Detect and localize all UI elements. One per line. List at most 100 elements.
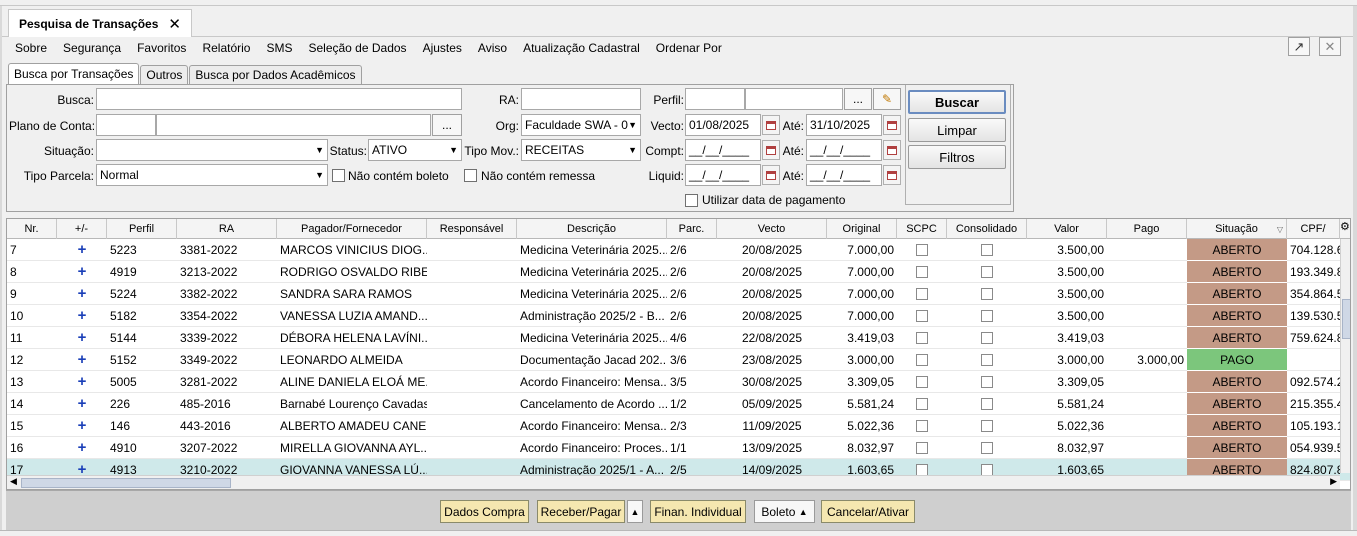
nao-contem-boleto-checkbox[interactable] xyxy=(332,169,345,182)
checkbox-box[interactable] xyxy=(916,442,928,454)
calendar-icon[interactable] xyxy=(883,115,901,135)
column-header-cpf[interactable]: CPF/ xyxy=(1287,219,1340,239)
scpc-checkbox[interactable] xyxy=(897,261,947,283)
calendar-icon[interactable] xyxy=(883,140,901,160)
tab-busca-dados-academicos[interactable]: Busca por Dados Acadêmicos xyxy=(189,65,362,84)
menu-sms[interactable]: SMS xyxy=(266,41,292,55)
perfil-lookup-button[interactable]: ... xyxy=(844,88,872,110)
checkbox-box[interactable] xyxy=(981,442,993,454)
column-header-parc[interactable]: Parc. xyxy=(667,219,717,239)
scpc-checkbox[interactable] xyxy=(897,437,947,459)
expand-plus-icon[interactable]: + xyxy=(57,349,107,371)
limpar-button[interactable]: Limpar xyxy=(908,118,1006,142)
checkbox-box[interactable] xyxy=(916,310,928,322)
perfil-code-input[interactable] xyxy=(685,88,745,110)
menu-selecao-dados[interactable]: Seleção de Dados xyxy=(308,41,406,55)
checkbox-box[interactable] xyxy=(916,266,928,278)
table-row[interactable]: 7 +5223 3381-2022 MARCOS VINICIUS DIOG... Me… xyxy=(7,239,1350,261)
tipo-parcela-select[interactable]: Normal ▼ xyxy=(96,164,328,186)
menu-aviso[interactable]: Aviso xyxy=(478,41,507,55)
scpc-checkbox[interactable] xyxy=(897,415,947,437)
menu-atualizacao-cadastral[interactable]: Atualização Cadastral xyxy=(523,41,640,55)
boleto-button[interactable]: Boleto ▲ xyxy=(754,500,815,523)
checkbox-box[interactable] xyxy=(981,244,993,256)
checkbox-box[interactable] xyxy=(981,420,993,432)
table-row[interactable]: 10 +5182 3354-2022 VANESSA LUZIA AMAND... Ad… xyxy=(7,305,1350,327)
menu-seguranca[interactable]: Segurança xyxy=(63,41,121,55)
status-select[interactable]: ATIVO ▼ xyxy=(368,139,462,161)
vecto-to-input[interactable]: 31/10/2025 xyxy=(806,114,882,136)
menu-ordenar-por[interactable]: Ordenar Por xyxy=(656,41,722,55)
dados-compra-button[interactable]: Dados Compra xyxy=(440,500,529,523)
detach-window-icon[interactable]: ↗ xyxy=(1288,37,1310,56)
liquid-to-input[interactable]: __/__/____ xyxy=(806,164,882,186)
scpc-checkbox[interactable] xyxy=(897,305,947,327)
table-row[interactable]: 11 +5144 3339-2022 DÉBORA HELENA LAVÍNI... M… xyxy=(7,327,1350,349)
column-header-original[interactable]: Original xyxy=(827,219,897,239)
checkbox-box[interactable] xyxy=(981,354,993,366)
expand-plus-icon[interactable]: + xyxy=(57,371,107,393)
column-header-nr[interactable]: Nr. xyxy=(7,219,57,239)
menu-relatorio[interactable]: Relatório xyxy=(202,41,250,55)
column-header-perfil[interactable]: Perfil xyxy=(107,219,177,239)
grid-settings-icon[interactable]: ⚙ xyxy=(1340,220,1350,233)
vertical-scroll-thumb[interactable] xyxy=(1342,299,1350,339)
menu-favoritos[interactable]: Favoritos xyxy=(137,41,186,55)
plano-conta-code-input[interactable] xyxy=(96,114,156,136)
tipo-mov-select[interactable]: RECEITAS ▼ xyxy=(521,139,641,161)
vertical-scrollbar[interactable] xyxy=(1340,239,1350,473)
busca-input[interactable] xyxy=(96,88,462,110)
checkbox-box[interactable] xyxy=(916,354,928,366)
close-tab-icon[interactable]: ✕ xyxy=(168,15,181,33)
checkbox-box[interactable] xyxy=(981,398,993,410)
expand-plus-icon[interactable]: + xyxy=(57,437,107,459)
consolidado-checkbox[interactable] xyxy=(947,283,1027,305)
column-header-vecto[interactable]: Vecto xyxy=(717,219,827,239)
checkbox-box[interactable] xyxy=(916,376,928,388)
nao-contem-remessa-checkbox[interactable] xyxy=(464,169,477,182)
expand-plus-icon[interactable]: + xyxy=(57,261,107,283)
consolidado-checkbox[interactable] xyxy=(947,415,1027,437)
table-row[interactable]: 13 +5005 3281-2022 ALINE DANIELA ELOÁ ME...… xyxy=(7,371,1350,393)
checkbox-box[interactable] xyxy=(981,288,993,300)
column-header-consolidado[interactable]: Consolidado xyxy=(947,219,1027,239)
receber-pagar-button[interactable]: Receber/Pagar xyxy=(537,500,625,523)
expand-plus-icon[interactable]: + xyxy=(57,415,107,437)
scroll-right-icon[interactable]: ▶ xyxy=(1330,476,1337,487)
scpc-checkbox[interactable] xyxy=(897,239,947,261)
horizontal-scroll-thumb[interactable] xyxy=(21,478,231,488)
table-row[interactable]: 12 +5152 3349-2022 LEONARDO ALMEIDA Document… xyxy=(7,349,1350,371)
consolidado-checkbox[interactable] xyxy=(947,239,1027,261)
checkbox-box[interactable] xyxy=(916,288,928,300)
column-header-plus-minus[interactable]: +/- xyxy=(57,219,107,239)
column-header-descricao[interactable]: Descrição xyxy=(517,219,667,239)
column-header-ra[interactable]: RA xyxy=(177,219,277,239)
checkbox-box[interactable] xyxy=(916,332,928,344)
consolidado-checkbox[interactable] xyxy=(947,371,1027,393)
cancelar-ativar-button[interactable]: Cancelar/Ativar xyxy=(821,500,915,523)
expand-plus-icon[interactable]: + xyxy=(57,393,107,415)
situacao-select[interactable]: ▼ xyxy=(96,139,328,161)
checkbox-box[interactable] xyxy=(916,398,928,410)
table-row[interactable]: 16 +4910 3207-2022 MIRELLA GIOVANNA AYL... A… xyxy=(7,437,1350,459)
expand-plus-icon[interactable]: + xyxy=(57,305,107,327)
scpc-checkbox[interactable] xyxy=(897,283,947,305)
plano-conta-lookup-button[interactable]: ... xyxy=(432,114,462,136)
calendar-icon[interactable] xyxy=(883,165,901,185)
close-window-icon[interactable]: ✕ xyxy=(1319,37,1341,56)
column-header-situacao[interactable]: Situação ▽ xyxy=(1187,219,1287,239)
table-row[interactable]: 14 +226 485-2016 Barnabé Lourenço Cavadas Ca… xyxy=(7,393,1350,415)
consolidado-checkbox[interactable] xyxy=(947,349,1027,371)
edit-pencil-icon[interactable]: ✎ xyxy=(873,88,901,110)
table-row[interactable]: 9 +5224 3382-2022 SANDRA SARA RAMOS Medicina… xyxy=(7,283,1350,305)
menu-ajustes[interactable]: Ajustes xyxy=(423,41,462,55)
scpc-checkbox[interactable] xyxy=(897,371,947,393)
column-header-scpc[interactable]: SCPC xyxy=(897,219,947,239)
consolidado-checkbox[interactable] xyxy=(947,393,1027,415)
receber-pagar-dropdown-icon[interactable]: ▲ xyxy=(627,500,643,523)
filtros-button[interactable]: Filtros xyxy=(908,145,1006,169)
finan-individual-button[interactable]: Finan. Individual xyxy=(650,500,746,523)
document-tab[interactable]: Pesquisa de Transações ✕ xyxy=(8,9,192,37)
tab-busca-transacoes[interactable]: Busca por Transações xyxy=(8,63,140,84)
scpc-checkbox[interactable] xyxy=(897,393,947,415)
